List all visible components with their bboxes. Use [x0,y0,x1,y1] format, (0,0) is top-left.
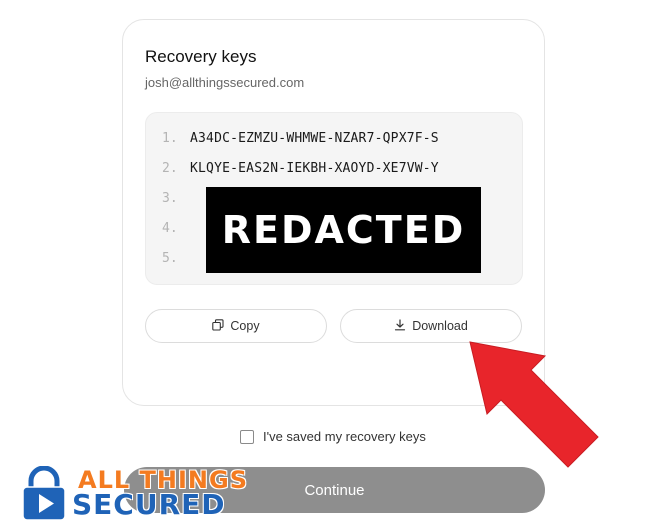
copy-button[interactable]: Copy [145,309,327,343]
key-code: A34DC-EZMZU-WHMWE-NZAR7-QPX7F-S [190,131,439,146]
key-row: 2. KLQYE-EAS2N-IEKBH-XAOYD-XE7VW-Y [162,161,439,176]
watermark-line2: SECURED [72,488,226,521]
key-number: 1. [162,131,178,146]
dialog-title: Recovery keys [145,47,257,66]
padlock-play-icon [22,465,66,521]
saved-keys-label[interactable]: I've saved my recovery keys [263,429,426,444]
key-row: 1. A34DC-EZMZU-WHMWE-NZAR7-QPX7F-S [162,131,439,146]
recovery-keys-card: Recovery keys josh@allthingssecured.com … [122,19,545,406]
download-icon [394,318,406,334]
continue-button-label: Continue [304,481,365,499]
saved-keys-checkbox[interactable] [240,429,254,444]
recovery-keys-box: 1. A34DC-EZMZU-WHMWE-NZAR7-QPX7F-S 2. KLQY… [145,112,523,285]
key-row: 4. [162,221,190,236]
download-button-label: Download [412,319,468,333]
key-number: 2. [162,161,178,176]
saved-keys-confirmation[interactable]: I've saved my recovery keys [240,429,426,444]
key-number: 4. [162,221,178,236]
key-row: 5. [162,251,190,266]
copy-button-label: Copy [230,319,260,333]
key-row: 3. [162,191,190,206]
key-number: 5. [162,251,178,266]
download-button[interactable]: Download [340,309,522,343]
copy-icon [212,318,224,334]
watermark-logo: ALL THINGS SECURED [16,465,256,522]
key-number: 3. [162,191,178,206]
account-email: josh@allthingssecured.com [145,75,305,90]
key-code: KLQYE-EAS2N-IEKBH-XAOYD-XE7VW-Y [190,161,439,176]
redaction-block: REDACTED [206,187,481,273]
